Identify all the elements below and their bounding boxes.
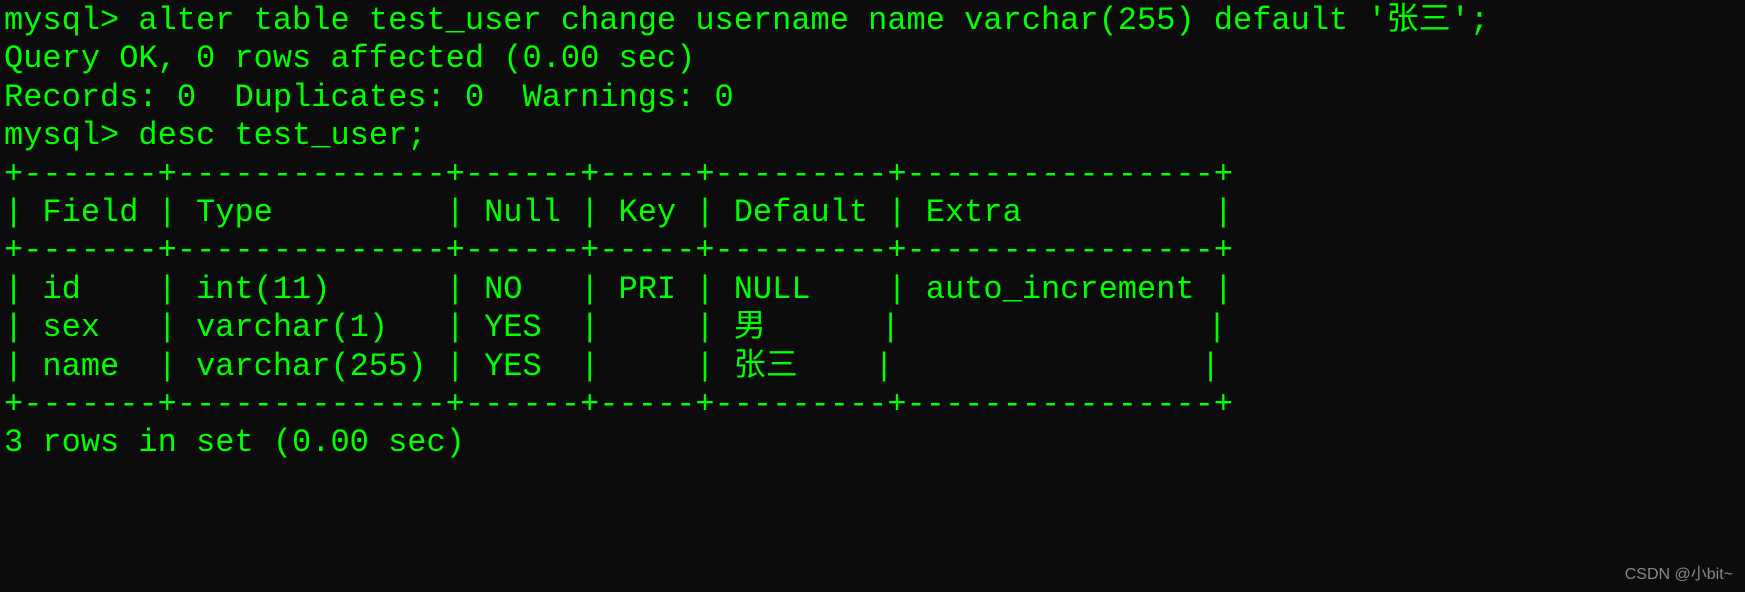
watermark-text: CSDN @小bit~ [1625,565,1733,584]
table-row: | id | int(11) | NO | PRI | NULL | auto_… [4,271,1741,309]
command-line-1: mysql> alter table test_user change user… [4,2,1741,40]
mysql-prompt: mysql> [4,117,138,154]
table-row: | name | varchar(255) | YES | | 张三 | | [4,348,1741,386]
table-border-mid: +-------+--------------+------+-----+---… [4,232,1741,270]
query-ok-output: Query OK, 0 rows affected (0.00 sec) [4,40,1741,78]
alter-table-command: alter table test_user change username na… [138,2,1489,39]
desc-command: desc test_user; [138,117,426,154]
rows-in-set-output: 3 rows in set (0.00 sec) [4,424,1741,462]
table-row: | sex | varchar(1) | YES | | 男 | | [4,309,1741,347]
mysql-prompt: mysql> [4,2,138,39]
table-border-bottom: +-------+--------------+------+-----+---… [4,386,1741,424]
table-header-row: | Field | Type | Null | Key | Default | … [4,194,1741,232]
table-border-top: +-------+--------------+------+-----+---… [4,156,1741,194]
command-line-2: mysql> desc test_user; [4,117,1741,155]
records-output: Records: 0 Duplicates: 0 Warnings: 0 [4,79,1741,117]
